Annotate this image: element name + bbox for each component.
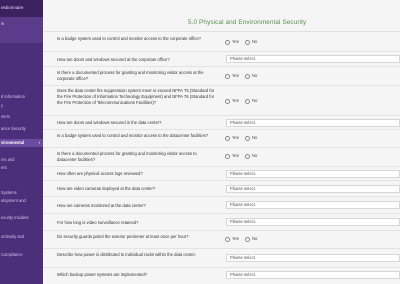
no-label: No bbox=[252, 135, 258, 141]
answer-select[interactable]: Please select. bbox=[226, 254, 400, 262]
no-option[interactable]: No bbox=[245, 236, 258, 242]
question-row: How are video cameras deployed at the da… bbox=[43, 181, 400, 197]
yes-no-group: Yes No bbox=[225, 236, 262, 242]
answer-select[interactable]: Please select. bbox=[226, 201, 400, 209]
sidebar-title: estionnaire bbox=[1, 5, 24, 10]
yes-option[interactable]: Yes bbox=[225, 39, 239, 45]
yes-no-group: Yes No bbox=[225, 135, 262, 141]
question-text: Is there a documented process for granti… bbox=[57, 151, 197, 162]
question-text: For how long is video surveillance retai… bbox=[57, 220, 139, 225]
question-row: How are doors and windows secured at the… bbox=[43, 52, 400, 67]
yes-label: Yes bbox=[232, 135, 239, 141]
yes-radio[interactable] bbox=[225, 39, 230, 45]
yes-label: Yes bbox=[232, 39, 239, 45]
sidebar-item-management[interactable]: ent bbox=[0, 165, 43, 170]
question-row: Does the data center fire suppression sy… bbox=[43, 86, 400, 116]
yes-label: Yes bbox=[232, 98, 239, 104]
sidebar-item-datacenters[interactable]: nters bbox=[0, 114, 43, 119]
no-option[interactable]: No bbox=[245, 98, 258, 104]
sidebar-item-environmental[interactable]: vironmental › bbox=[0, 139, 43, 147]
sidebar-subheader-label: w bbox=[1, 21, 5, 26]
answer-select[interactable]: Please select. bbox=[226, 55, 400, 63]
question-text: Describe how power is distributed to ind… bbox=[57, 252, 196, 257]
yes-radio[interactable] bbox=[225, 98, 230, 104]
yes-option[interactable]: Yes bbox=[225, 153, 239, 159]
no-option[interactable]: No bbox=[245, 39, 258, 45]
no-label: No bbox=[252, 73, 258, 79]
question-text: Is there a documented process for granti… bbox=[57, 70, 204, 81]
no-radio[interactable] bbox=[245, 73, 251, 79]
yes-label: Yes bbox=[232, 73, 239, 79]
sidebar-item-compliance[interactable]: Compliance bbox=[0, 252, 43, 257]
question-text: Do security guards patrol the exterior p… bbox=[57, 234, 189, 239]
yes-radio[interactable] bbox=[225, 153, 230, 159]
yes-no-group: Yes No bbox=[225, 39, 262, 45]
sidebar-item-systems-and[interactable]: ms and bbox=[0, 157, 43, 162]
yes-option[interactable]: Yes bbox=[225, 135, 239, 141]
question-row: How are cameras monitored at the data ce… bbox=[43, 197, 400, 214]
answer-select[interactable]: Please select. bbox=[226, 185, 400, 193]
question-text: How are cameras monitored at the data ce… bbox=[57, 203, 146, 208]
question-row: Is there a documented process for granti… bbox=[43, 67, 400, 86]
sidebar-item-systems[interactable]: Systems bbox=[0, 190, 43, 195]
sidebar-subheader bbox=[0, 17, 43, 43]
no-option[interactable]: No bbox=[245, 135, 258, 141]
no-radio[interactable] bbox=[245, 39, 251, 45]
question-row: Is there a documented process for granti… bbox=[43, 148, 400, 167]
question-text: How are doors and windows secured in the… bbox=[57, 120, 162, 125]
answer-select[interactable]: Please select. bbox=[226, 119, 400, 127]
yes-option[interactable]: Yes bbox=[225, 236, 239, 242]
yes-label: Yes bbox=[232, 236, 239, 242]
yes-label: Yes bbox=[232, 153, 239, 159]
sidebar-item-continuity[interactable]: ontinuity and bbox=[0, 234, 43, 239]
no-option[interactable]: No bbox=[245, 153, 258, 159]
question-text: How are video cameras deployed at the da… bbox=[57, 186, 156, 191]
no-label: No bbox=[252, 39, 258, 45]
sidebar-header: estionnaire bbox=[0, 0, 43, 17]
question-text: How are doors and windows secured at the… bbox=[57, 57, 170, 62]
no-option[interactable]: No bbox=[245, 73, 258, 79]
no-label: No bbox=[252, 98, 258, 104]
divider bbox=[44, 31, 400, 32]
question-row: For how long is video surveillance retai… bbox=[43, 214, 400, 231]
sidebar-item-assurance-security[interactable]: ance Security bbox=[0, 126, 43, 131]
question-row: How often are physical access logs revie… bbox=[43, 167, 400, 181]
section-title: 5.0 Physical and Environmental Security bbox=[188, 19, 307, 26]
no-radio[interactable] bbox=[245, 98, 251, 104]
question-row: Describe how power is distributed to ind… bbox=[43, 249, 400, 268]
answer-select[interactable]: Please select. bbox=[226, 271, 400, 279]
sidebar: estionnaire w d Information y nters ance… bbox=[0, 0, 43, 284]
yes-no-group: Yes No bbox=[225, 153, 262, 159]
sidebar-item-security-incident[interactable]: ecurity Incident bbox=[0, 215, 43, 220]
yes-option[interactable]: Yes bbox=[225, 98, 239, 104]
yes-radio[interactable] bbox=[225, 236, 230, 242]
sidebar-item-development[interactable]: elopment and bbox=[0, 198, 43, 203]
question-text: How often are physical access logs revie… bbox=[57, 171, 143, 176]
yes-radio[interactable] bbox=[225, 135, 230, 141]
yes-no-group: Yes No bbox=[225, 98, 262, 104]
question-row: Is a badge system used to control and mo… bbox=[43, 130, 400, 148]
answer-select[interactable]: Please select. bbox=[226, 170, 400, 178]
chevron-right-icon: › bbox=[38, 140, 41, 145]
yes-radio[interactable] bbox=[225, 73, 230, 79]
question-text: Is a badge system used to control and mo… bbox=[57, 133, 209, 138]
sidebar-item-y[interactable]: y bbox=[0, 103, 43, 108]
yes-no-group: Yes No bbox=[225, 73, 262, 79]
no-radio[interactable] bbox=[245, 236, 251, 242]
answer-select[interactable]: Please select. bbox=[226, 218, 400, 226]
sidebar-item-information[interactable]: d Information bbox=[0, 94, 43, 99]
question-row: How are doors and windows secured in the… bbox=[43, 116, 400, 130]
question-row: Is a badge system used to control and mo… bbox=[43, 33, 400, 52]
question-row: Which backup power systems are implement… bbox=[43, 268, 400, 284]
sidebar-item-environmental-label: vironmental bbox=[1, 140, 25, 145]
no-label: No bbox=[252, 153, 258, 159]
no-radio[interactable] bbox=[245, 153, 251, 159]
no-radio[interactable] bbox=[245, 135, 251, 141]
question-row: Do security guards patrol the exterior p… bbox=[43, 231, 400, 249]
yes-option[interactable]: Yes bbox=[225, 73, 239, 79]
question-text: Which backup power systems are implement… bbox=[57, 272, 148, 277]
no-label: No bbox=[252, 236, 258, 242]
question-text: Does the data center fire suppression sy… bbox=[57, 88, 215, 105]
question-text: Is a badge system used to control and mo… bbox=[57, 36, 202, 41]
